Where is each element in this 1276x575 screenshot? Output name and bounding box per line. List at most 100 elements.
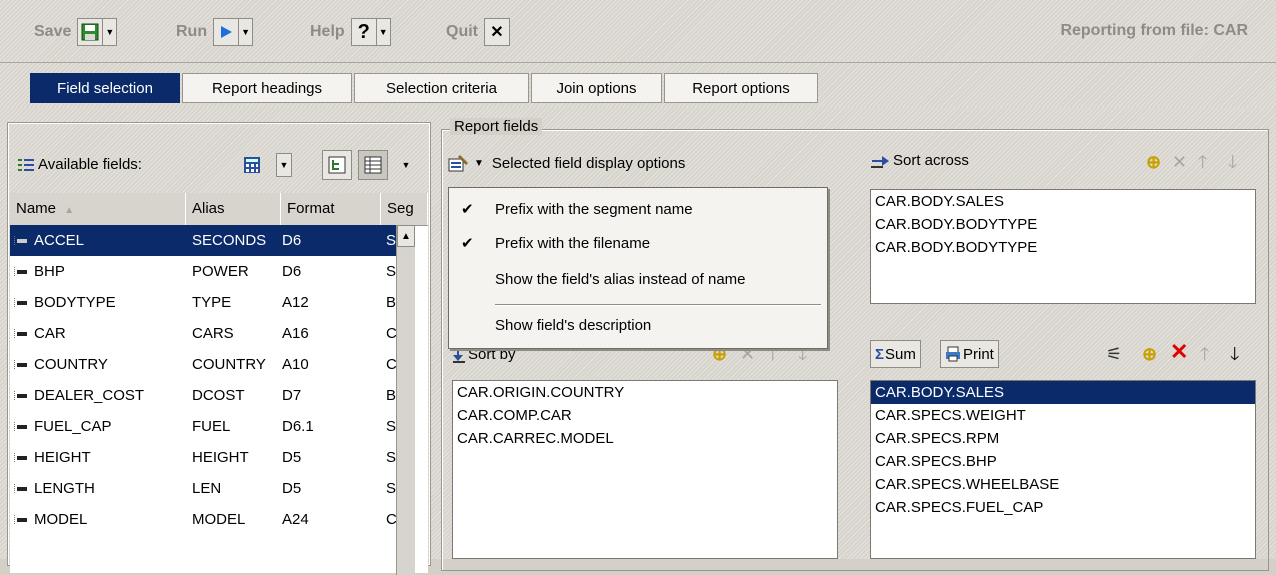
report-title: Reporting from file: CAR (1060, 22, 1248, 39)
grid-view-button[interactable] (358, 150, 388, 180)
move-up-sort-across-icon[interactable]: 🡑 (1198, 153, 1207, 171)
column-header-alias[interactable]: Alias (186, 193, 281, 225)
help-group: Help ? ▼ (310, 17, 391, 47)
help-dropdown-button[interactable]: ▼ (376, 18, 391, 46)
quit-button[interactable]: ✕ (484, 18, 510, 46)
main-area: Available fields: ▼ ▼ Name ▲ Alias Forma… (0, 107, 1276, 575)
list-item[interactable]: CAR.ORIGIN.COUNTRY (453, 381, 837, 404)
play-icon (221, 26, 233, 38)
delete-measure-icon[interactable]: ✕ (1170, 341, 1188, 363)
menu-item-prefix-filename[interactable]: ✔ Prefix with the filename (449, 228, 827, 260)
available-fields-label: Available fields: (38, 156, 142, 173)
run-button[interactable] (213, 18, 240, 46)
calculator-icon (244, 157, 260, 173)
table-row[interactable]: CAR CARS A16 C (10, 318, 414, 349)
help-label: Help (310, 23, 345, 40)
move-up-measure-icon[interactable]: 🡑 (1200, 345, 1209, 363)
magic-wand-icon[interactable]: ⚟ (1106, 345, 1122, 363)
list-item[interactable]: CAR.BODY.BODYTYPE (871, 236, 1255, 259)
display-options-label: Selected field display options (491, 154, 686, 172)
list-item[interactable]: CAR.BODY.SALES (871, 381, 1255, 404)
save-button[interactable] (77, 18, 104, 46)
column-header-seg[interactable]: Seg (381, 193, 428, 225)
sort-by-list[interactable]: CAR.ORIGIN.COUNTRY CAR.COMP.CAR CAR.CARR… (452, 380, 838, 559)
add-sort-across-icon[interactable]: ⊕ (1146, 153, 1161, 171)
table-row[interactable]: BHP POWER D6 S (10, 256, 414, 287)
table-row[interactable]: DEALER_COST DCOST D7 B (10, 380, 414, 411)
add-measure-icon[interactable]: ⊕ (1142, 345, 1157, 363)
move-down-measure-icon[interactable]: 🡓 (1230, 345, 1239, 363)
sigma-icon: Σ (875, 345, 885, 363)
field-icon (14, 453, 28, 463)
grid-view-icon (364, 156, 382, 174)
list-item[interactable]: CAR.BODY.SALES (871, 190, 1255, 213)
table-row[interactable]: COUNTRY COUNTRY A10 C (10, 349, 414, 380)
tree-view-button[interactable] (322, 150, 352, 180)
help-button[interactable]: ? (350, 18, 377, 46)
sort-across-icon (871, 156, 889, 168)
tab-join-options[interactable]: Join options (531, 73, 662, 103)
available-fields-grid: Name ▲ Alias Format Seg ACCEL SECONDS D6… (10, 193, 428, 573)
scroll-up-arrow-icon[interactable]: ▲ (397, 225, 415, 247)
table-row[interactable]: ACCEL SECONDS D6 S (10, 225, 414, 256)
column-header-name[interactable]: Name ▲ (10, 193, 186, 225)
menu-item-prefix-segment[interactable]: ✔ Prefix with the segment name (449, 194, 827, 226)
run-label: Run (176, 23, 208, 40)
tree-view-icon (328, 156, 346, 174)
field-list-icon (18, 158, 34, 171)
table-row[interactable]: LENGTH LEN D5 S (10, 473, 414, 504)
list-item[interactable]: CAR.SPECS.RPM (871, 427, 1255, 450)
move-down-sort-across-icon[interactable]: 🡓 (1228, 153, 1237, 171)
question-mark-icon: ? (357, 20, 370, 43)
print-button[interactable]: Print (940, 340, 999, 368)
tab-bar: Field selection Report headings Selectio… (0, 63, 1276, 107)
list-item[interactable]: CAR.SPECS.WHEELBASE (871, 473, 1255, 496)
view-dropdown-button[interactable]: ▼ (398, 153, 414, 177)
field-icon (14, 298, 28, 308)
sort-across-list[interactable]: CAR.BODY.SALES CAR.BODY.BODYTYPE CAR.BOD… (870, 189, 1256, 304)
quit-label: Quit (446, 23, 478, 40)
table-row[interactable]: FUEL_CAP FUEL D6.1 S (10, 411, 414, 442)
calculator-button[interactable] (240, 153, 264, 177)
calculator-dropdown-button[interactable]: ▼ (276, 153, 292, 177)
print-icon (946, 346, 960, 362)
list-item[interactable]: CAR.SPECS.FUEL_CAP (871, 496, 1255, 519)
menu-item-show-alias[interactable]: Show the field's alias instead of name (449, 264, 827, 296)
field-icon (14, 515, 28, 525)
list-item[interactable]: CAR.CARREC.MODEL (453, 427, 837, 450)
menu-item-show-description[interactable]: Show field's description (449, 310, 827, 342)
available-fields-header: Available fields: (18, 156, 142, 173)
checkmark-icon: ✔ (461, 235, 474, 252)
list-item[interactable]: CAR.BODY.BODYTYPE (871, 213, 1255, 236)
display-options-menu: ✔ Prefix with the segment name ✔ Prefix … (448, 187, 828, 349)
toolbar: Save ▼ Run ▼ Help ? ▼ Quit ✕ Reporting f… (0, 0, 1276, 63)
display-options-dropdown[interactable]: ▼ Selected field display options (448, 149, 685, 177)
checkmark-icon: ✔ (461, 201, 474, 218)
grid-header: Name ▲ Alias Format Seg (10, 193, 428, 226)
menu-separator (495, 304, 821, 306)
table-row[interactable]: BODYTYPE TYPE A12 B (10, 287, 414, 318)
list-item[interactable]: CAR.SPECS.WEIGHT (871, 404, 1255, 427)
field-icon (14, 236, 28, 246)
list-item[interactable]: CAR.SPECS.BHP (871, 450, 1255, 473)
table-row[interactable]: HEIGHT HEIGHT D5 S (10, 442, 414, 473)
table-row[interactable]: MODEL MODEL A24 C (10, 504, 414, 535)
tab-report-headings[interactable]: Report headings (182, 73, 352, 103)
field-icon (14, 422, 28, 432)
delete-sort-across-icon[interactable]: ✕ (1172, 153, 1187, 171)
floppy-disk-icon (81, 23, 99, 41)
sum-button[interactable]: Σ Sum (870, 340, 921, 368)
run-dropdown-button[interactable]: ▼ (239, 18, 254, 46)
tab-selection-criteria[interactable]: Selection criteria (354, 73, 529, 103)
close-icon: ✕ (490, 24, 504, 41)
tab-report-options[interactable]: Report options (664, 73, 818, 103)
vertical-scrollbar[interactable]: ▲ (396, 225, 415, 575)
field-icon (14, 391, 28, 401)
column-header-format[interactable]: Format (281, 193, 381, 225)
save-dropdown-button[interactable]: ▼ (103, 18, 118, 46)
sort-across-label: Sort across (893, 151, 969, 169)
list-item[interactable]: CAR.COMP.CAR (453, 404, 837, 427)
sort-ascending-icon: ▲ (64, 205, 75, 216)
tab-field-selection[interactable]: Field selection (30, 73, 180, 103)
measures-list[interactable]: CAR.BODY.SALES CAR.SPECS.WEIGHT CAR.SPEC… (870, 380, 1256, 559)
